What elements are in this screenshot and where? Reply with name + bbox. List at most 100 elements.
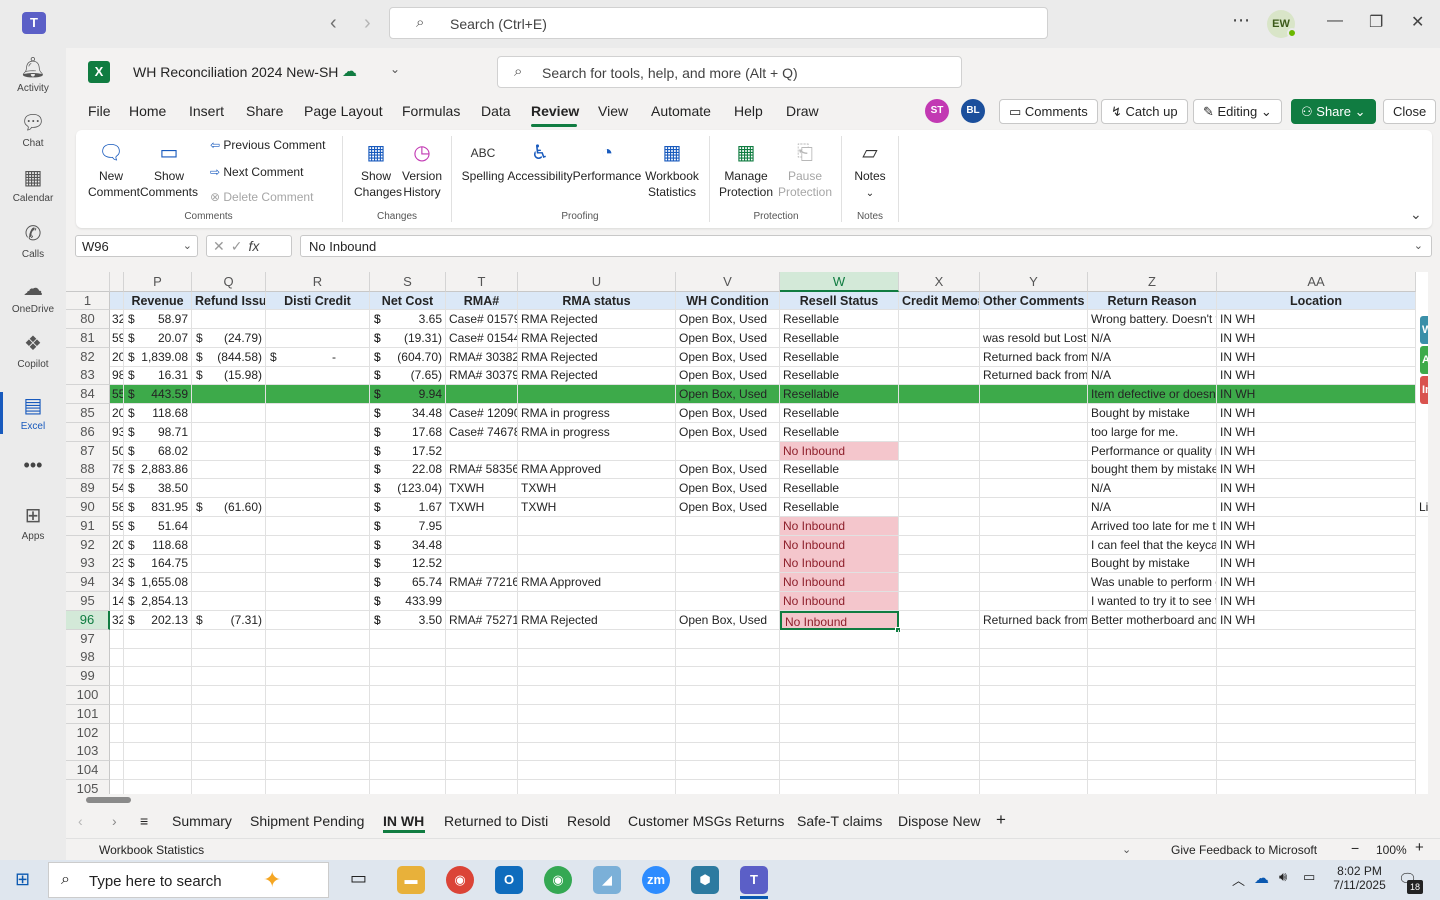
table-cell[interactable]: RMA Approved (518, 460, 676, 479)
empty-cell[interactable] (124, 630, 192, 649)
empty-cell[interactable] (780, 724, 899, 743)
table-cell[interactable] (980, 310, 1088, 329)
empty-cell[interactable] (1088, 705, 1217, 724)
table-cell[interactable]: $7.95 $ (370, 517, 446, 536)
table-cell[interactable]: RMA# 30382539 (446, 348, 518, 367)
empty-cell[interactable] (899, 724, 980, 743)
table-cell[interactable] (899, 460, 980, 479)
empty-cell[interactable] (518, 667, 676, 686)
empty-cell[interactable] (266, 648, 370, 667)
empty-cell[interactable] (370, 742, 446, 761)
sheet-tab-summary[interactable]: Summary (172, 813, 232, 829)
empty-cell[interactable] (518, 742, 676, 761)
chrome-profile-icon[interactable]: ◉ (544, 866, 572, 894)
row-header[interactable]: 87 (66, 442, 110, 461)
row-header[interactable]: 96 (66, 611, 110, 630)
table-cell[interactable] (266, 573, 370, 592)
table-cell[interactable]: Returned back from dis (980, 348, 1088, 367)
table-cell[interactable]: $34.48 $ (370, 536, 446, 555)
header-cell[interactable]: Other Comments (980, 292, 1088, 310)
feedback-link[interactable]: Give Feedback to Microsoft (1171, 843, 1317, 857)
table-cell[interactable] (676, 573, 780, 592)
more-options-icon[interactable]: ⋯ (1232, 10, 1250, 31)
table-cell[interactable]: $ (61.60) (192, 498, 266, 517)
table-cell[interactable]: $ - (266, 348, 370, 367)
table-cell[interactable] (518, 554, 676, 573)
table-cell[interactable] (518, 385, 676, 404)
tab-page-layout[interactable]: Page Layout (304, 103, 383, 119)
tab-formulas[interactable]: Formulas (402, 103, 460, 119)
row-header[interactable]: 89 (66, 479, 110, 498)
table-cell[interactable]: $118.68 (124, 404, 192, 423)
table-cell[interactable]: $3.50 $ (370, 611, 446, 630)
onedrive-tray-icon[interactable]: ☁ (1254, 869, 1269, 887)
table-cell[interactable]: Open Box, Used (676, 348, 780, 367)
header-cell[interactable]: Resell Status (780, 292, 899, 310)
empty-cell[interactable] (1088, 686, 1217, 705)
header-cell[interactable]: Net Cost (370, 292, 446, 310)
table-cell[interactable]: $118.68 (124, 536, 192, 555)
column-header-r[interactable]: R (266, 272, 370, 292)
row-header[interactable]: 104 (66, 761, 110, 780)
table-cell[interactable]: $68.02 (124, 442, 192, 461)
rail-item-calendar[interactable]: ▦ Calendar (0, 165, 66, 204)
empty-cell[interactable] (518, 780, 676, 794)
empty-cell[interactable] (1217, 648, 1416, 667)
table-cell[interactable] (518, 442, 676, 461)
row-header[interactable]: 86 (66, 423, 110, 442)
table-cell[interactable] (899, 385, 980, 404)
column-header-u[interactable]: U (518, 272, 676, 292)
empty-cell[interactable] (1217, 780, 1416, 794)
empty-cell[interactable] (676, 780, 780, 794)
table-cell[interactable]: $2,883.86 (124, 460, 192, 479)
sheet-next-icon[interactable]: › (112, 813, 117, 829)
empty-cell[interactable] (899, 667, 980, 686)
column-header-s[interactable]: S (370, 272, 446, 292)
table-cell[interactable]: RMA# 5835659 (446, 460, 518, 479)
table-cell[interactable] (980, 498, 1088, 517)
side-pane-tab[interactable]: A (1420, 346, 1428, 374)
empty-cell[interactable] (192, 761, 266, 780)
empty-cell[interactable] (1217, 742, 1416, 761)
table-cell[interactable] (980, 423, 1088, 442)
table-cell[interactable] (899, 348, 980, 367)
row-header[interactable]: 82 (66, 348, 110, 367)
empty-cell[interactable] (124, 705, 192, 724)
sheet-tab-returned-to-disti[interactable]: Returned to Disti (444, 813, 548, 829)
table-cell[interactable]: $2,854.13 (124, 592, 192, 611)
row-header[interactable]: 95 (66, 592, 110, 611)
table-cell[interactable] (980, 442, 1088, 461)
table-cell[interactable]: 34 (110, 573, 124, 592)
empty-cell[interactable] (1088, 761, 1217, 780)
empty-cell[interactable] (1217, 686, 1416, 705)
table-cell[interactable]: IN WH (1217, 423, 1416, 442)
table-cell[interactable]: N/A (1088, 498, 1217, 517)
table-cell[interactable]: $98.71 (124, 423, 192, 442)
empty-cell[interactable] (899, 742, 980, 761)
table-cell[interactable]: Open Box, Used (676, 479, 780, 498)
row-header[interactable]: 102 (66, 724, 110, 743)
empty-cell[interactable] (370, 630, 446, 649)
zoom-level[interactable]: 100% (1376, 843, 1407, 857)
table-cell[interactable]: 14 (110, 592, 124, 611)
table-cell[interactable]: Resellable (780, 348, 899, 367)
table-cell[interactable]: Lis (1416, 498, 1428, 517)
table-cell[interactable]: N/A (1088, 348, 1217, 367)
table-cell[interactable] (676, 554, 780, 573)
workbook-statistics-button[interactable]: ▦ Workbook Statistics (642, 138, 702, 200)
empty-cell[interactable] (676, 667, 780, 686)
empty-cell[interactable] (980, 761, 1088, 780)
empty-cell[interactable] (124, 686, 192, 705)
table-cell[interactable] (192, 423, 266, 442)
table-cell[interactable]: 20 (110, 348, 124, 367)
coauthor-avatar-bl[interactable]: BL (961, 99, 985, 123)
empty-cell[interactable] (980, 630, 1088, 649)
table-cell[interactable]: IN WH (1217, 479, 1416, 498)
cancel-formula-icon[interactable]: ✕ (213, 238, 231, 254)
table-cell[interactable]: Open Box, Used (676, 460, 780, 479)
tab-help[interactable]: Help (734, 103, 763, 119)
table-cell[interactable] (192, 460, 266, 479)
empty-cell[interactable] (446, 724, 518, 743)
empty-cell[interactable] (676, 705, 780, 724)
empty-cell[interactable] (980, 686, 1088, 705)
